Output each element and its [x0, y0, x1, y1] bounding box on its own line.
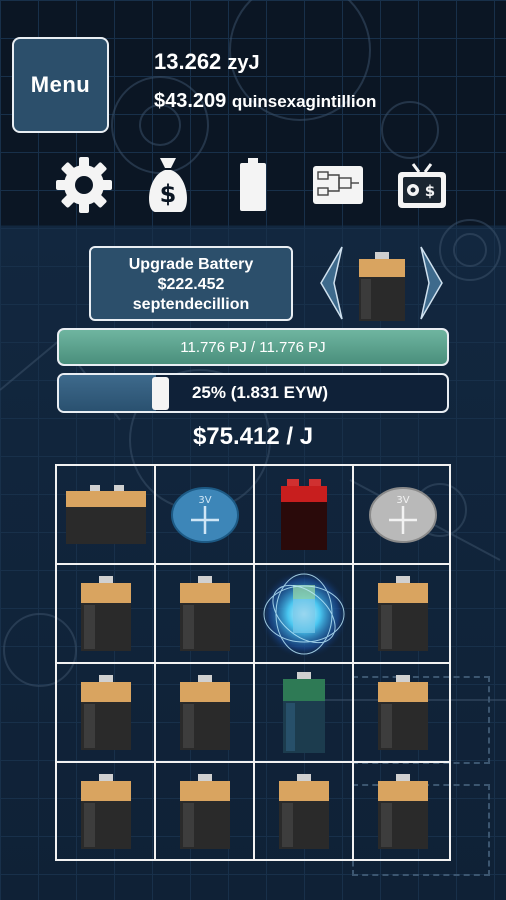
battery-icon[interactable] — [236, 152, 270, 218]
grid-cell-coin-cell-blue[interactable]: 3V — [156, 466, 254, 564]
battery-icon — [180, 675, 230, 750]
grid-cell-battery[interactable] — [255, 763, 353, 861]
grid-cell-battery[interactable] — [57, 763, 155, 861]
battery-icon — [279, 774, 329, 849]
money-readout: $43.209 quinsexagintillion — [154, 90, 376, 113]
energy-storage-label: 11.776 PJ / 11.776 PJ — [180, 338, 326, 356]
upgrade-cost-unit: septendecillion — [132, 296, 250, 313]
grid-cell-wide-battery[interactable] — [57, 466, 155, 564]
battery-preview-icon — [359, 252, 405, 321]
blueprint-icon[interactable] — [310, 152, 366, 218]
coin-cell-silver-icon: 3V — [369, 487, 437, 543]
charging-battery-icon — [258, 568, 350, 660]
grid-cell-battery[interactable] — [156, 763, 254, 861]
grid-cell-battery[interactable] — [354, 565, 452, 663]
battery-icon — [378, 675, 428, 750]
svg-text:$: $ — [425, 182, 435, 200]
green-battery-icon — [283, 672, 325, 753]
upgrade-title: Upgrade Battery — [128, 256, 254, 273]
red-9v-battery-icon — [281, 479, 327, 550]
money-value: $43.209 — [154, 90, 227, 112]
grid-cell-battery[interactable] — [57, 565, 155, 663]
wide-battery-icon — [66, 485, 146, 544]
battery-icon — [180, 774, 230, 849]
money-unit: quinsexagintillion — [231, 92, 377, 111]
exchange-icon[interactable]: $ — [394, 152, 450, 218]
grid-cell-battery[interactable] — [354, 763, 452, 861]
svg-text:$: $ — [160, 180, 177, 208]
battery-icon — [378, 576, 428, 651]
battery-icon — [180, 576, 230, 651]
power-slider[interactable]: 25% (1.831 EYW) — [57, 373, 449, 413]
battery-grid: 3V 3V — [55, 464, 451, 861]
energy-readout: 13.262 zyJ — [154, 49, 260, 75]
coin-cell-blue-icon: 3V — [171, 487, 239, 543]
svg-text:3V: 3V — [198, 495, 211, 506]
grid-cell-battery[interactable] — [354, 664, 452, 762]
next-arrow-icon[interactable] — [417, 245, 445, 321]
battery-icon — [81, 675, 131, 750]
money-bag-icon[interactable]: $ — [142, 152, 194, 218]
menu-button[interactable]: Menu — [12, 37, 109, 133]
battery-icon — [81, 774, 131, 849]
svg-text:3V: 3V — [396, 495, 409, 506]
energy-value: 13.262 — [154, 49, 222, 74]
gear-icon[interactable] — [52, 152, 116, 218]
upgrade-cost: $222.452 — [157, 276, 225, 293]
grid-cell-battery[interactable] — [156, 664, 254, 762]
upgrade-battery-button[interactable]: Upgrade Battery $222.452 septendecillion — [89, 246, 293, 321]
grid-cell-battery[interactable] — [57, 664, 155, 762]
energy-unit: zyJ — [227, 52, 260, 74]
toolbar: $ $ — [0, 152, 506, 222]
grid-cell-coin-cell-silver[interactable]: 3V — [354, 466, 452, 564]
energy-storage-bar: 11.776 PJ / 11.776 PJ — [57, 328, 449, 366]
power-label: 25% (1.831 EYW) — [191, 383, 329, 402]
grid-cell-green-battery[interactable] — [255, 664, 353, 762]
grid-cell-charging-battery[interactable] — [255, 565, 353, 663]
grid-cell-battery[interactable] — [156, 565, 254, 663]
battery-icon — [81, 576, 131, 651]
battery-icon — [378, 774, 428, 849]
grid-cell-red-9v-battery[interactable] — [255, 466, 353, 564]
previous-arrow-icon[interactable] — [318, 245, 346, 321]
price-per-joule: $75.412 / J — [192, 423, 314, 450]
